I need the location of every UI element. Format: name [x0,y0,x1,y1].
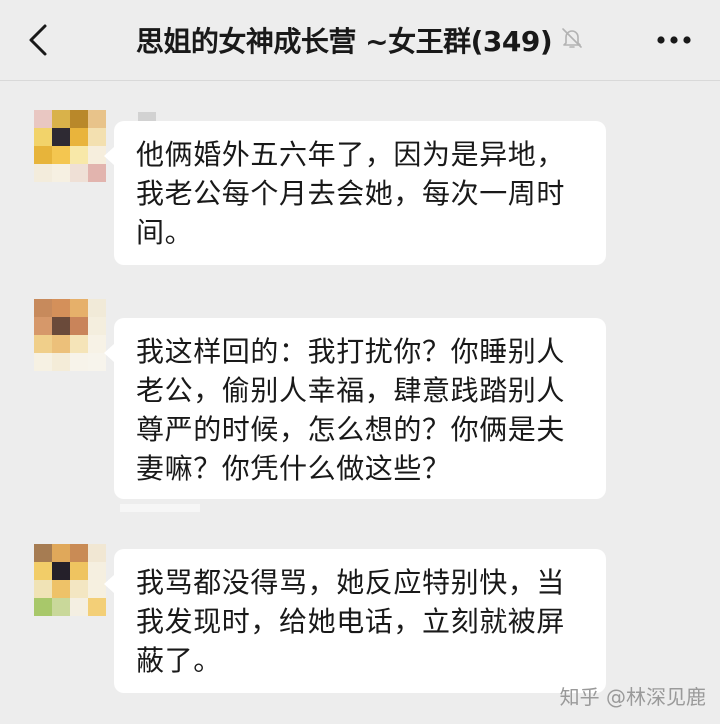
more-button[interactable] [652,24,696,56]
message-bubble[interactable]: 他俩婚外五六年了，因为是异地，我老公每个月去会她，每次一周时间。 [104,121,606,265]
chat-title: 思姐的女神成长营 ~女王群(349) [135,25,553,58]
message-bubble[interactable]: 我骂都没得骂，她反应特别快，当我发现时，给她电话，立刻就被屏蔽了。 [104,549,606,693]
chat-header: 思姐的女神成长营 ~女王群(349) [0,0,720,81]
message-bubble[interactable]: 我这样回的：我打扰你？你睡别人老公，偷别人幸福，肆意践踏别人尊严的时候，怎么想的… [104,318,606,499]
chat-title-group: 思姐的女神成长营 ~女王群(349) [110,22,610,58]
message-text: 我骂都没得骂，她反应特别快，当我发现时，给她电话，立刻就被屏蔽了。 [136,566,566,677]
more-dots-icon [657,36,691,44]
pixelated-avatar[interactable] [34,110,106,182]
chevron-left-icon [29,24,47,56]
message-text: 我这样回的：我打扰你？你睡别人老公，偷别人幸福，肆意践踏别人尊严的时候，怎么想的… [136,335,566,485]
back-button[interactable] [16,18,60,62]
pixelated-avatar[interactable] [34,299,106,371]
chat-screen: 思姐的女神成长营 ~女王群(349) 他俩婚外五六年了，因为是异地，我老公每个月… [0,0,720,724]
divider-stub [120,504,200,512]
pixelated-avatar[interactable] [34,544,106,616]
message-text: 他俩婚外五六年了，因为是异地，我老公每个月去会她，每次一周时间。 [136,138,566,249]
bell-slash-icon [560,26,584,54]
watermark: 知乎 @林深见鹿 [559,685,706,709]
